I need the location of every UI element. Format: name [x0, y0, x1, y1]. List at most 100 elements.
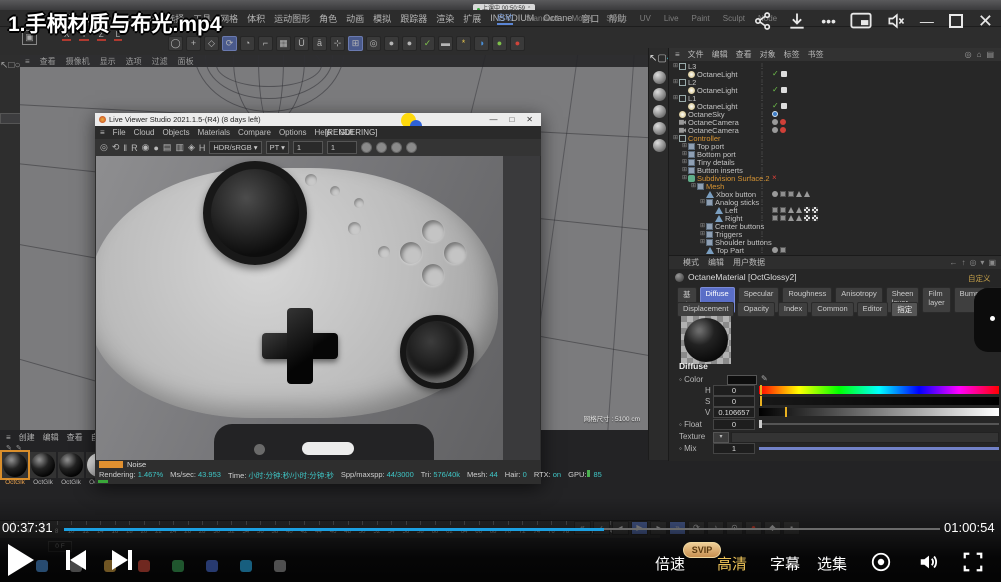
live-selection-icon[interactable]: ◯ [168, 36, 183, 51]
om-menu-书签[interactable]: 书签 [808, 49, 824, 60]
visibility-dots[interactable]: ⋮ [759, 239, 765, 246]
close-icon[interactable]: ✕ [526, 115, 533, 124]
menu-item-扩展[interactable]: 扩展 [463, 12, 481, 25]
tree-row-left[interactable]: Left⋮ [669, 206, 1001, 214]
layout-tab-Sculpt[interactable]: Sculpt [723, 14, 745, 23]
am-tab-编辑[interactable]: 编辑 [708, 257, 724, 268]
record-screen-icon[interactable] [870, 551, 892, 573]
axis-align-icon[interactable]: ā [312, 36, 327, 51]
float-value[interactable]: 0 [713, 419, 755, 430]
samples-field[interactable]: 1 [293, 141, 323, 154]
close-icon[interactable]: ✕ [978, 10, 993, 32]
polygon-selection-icon[interactable] [796, 215, 802, 221]
minimize-icon[interactable]: — [920, 10, 934, 32]
maximize-icon[interactable] [948, 13, 964, 29]
taskbar-app-icon[interactable] [206, 560, 218, 572]
material-sphere-icon[interactable] [653, 88, 666, 101]
material-thumbnail[interactable] [2, 452, 28, 478]
selection-tag-icon[interactable] [780, 215, 786, 221]
phong-tag-icon[interactable] [772, 191, 778, 197]
visibility-dots[interactable]: ⋮ [759, 175, 765, 182]
om-menu-查看[interactable]: 查看 [736, 49, 752, 60]
more-icon[interactable]: ••• [821, 10, 836, 32]
menu-item-运动图形[interactable]: 运动图形 [274, 12, 310, 25]
selection-tag-icon[interactable] [780, 207, 786, 213]
mix-slider[interactable] [759, 447, 999, 450]
visibility-dots[interactable]: ⋮ [759, 127, 765, 134]
pause-render-icon[interactable]: ‖ [123, 143, 127, 153]
eyedropper-icon[interactable]: ✎ [761, 374, 768, 383]
visibility-dots[interactable]: ⋮ [759, 87, 765, 94]
material-preview[interactable] [681, 316, 731, 364]
viewport-menu-显示[interactable]: 显示 [100, 56, 116, 67]
texture-tag-icon[interactable] [804, 215, 810, 221]
polygon-selection-icon[interactable] [796, 191, 802, 197]
save-image-icon[interactable]: ▤ [163, 142, 172, 153]
tree-row-octanelight[interactable]: OctaneLight⋮✓ [669, 70, 1001, 78]
lock-resolution-icon[interactable]: ◉ [142, 142, 150, 153]
fullscreen-icon[interactable] [962, 551, 984, 573]
move-icon[interactable]: + [186, 36, 201, 51]
colorspace-dropdown[interactable]: HDR/sRGB ▾ [209, 141, 261, 154]
saturation-slider[interactable] [759, 397, 999, 405]
minimize-icon[interactable]: — [489, 115, 497, 124]
visibility-dots[interactable]: ⋮ [759, 71, 765, 78]
hamburger-icon[interactable]: ≡ [675, 50, 680, 59]
protection-tag-icon[interactable] [780, 127, 786, 133]
lv-menu-cloud[interactable]: Cloud [134, 128, 155, 137]
selection-tag-icon[interactable] [772, 207, 778, 213]
visibility-dots[interactable]: ⋮ [759, 183, 765, 190]
tag-icon[interactable] [781, 103, 787, 109]
quality-button[interactable]: 高清 [717, 553, 747, 574]
menu-item-渲染[interactable]: 渲染 [436, 12, 454, 25]
material-tab-editor[interactable]: Editor [857, 302, 889, 317]
live-viewer-titlebar[interactable]: Live Viewer Studio 2021.1.5-(R4) (8 days… [95, 113, 541, 126]
menu-item-跟踪器[interactable]: 跟踪器 [400, 12, 427, 25]
phong-tag-icon[interactable] [772, 127, 778, 133]
plugin-icon-1[interactable]: * [456, 36, 471, 51]
visibility-dots[interactable]: ⋮ [759, 215, 765, 222]
floating-widget-handle[interactable] [974, 288, 1001, 352]
phong-tag-icon[interactable] [772, 119, 778, 125]
visibility-dots[interactable]: ⋮ [759, 167, 765, 174]
texture-tag-icon[interactable] [804, 207, 810, 213]
visibility-dots[interactable]: ⋮ [759, 199, 765, 206]
v-value[interactable]: 0.106657 [713, 407, 755, 418]
value-slider[interactable] [759, 408, 999, 416]
material-tab-指定[interactable]: 指定 [891, 302, 918, 317]
home-icon[interactable]: ⌂ [977, 50, 982, 59]
hamburger-icon[interactable]: ≡ [25, 57, 30, 66]
am-tab-用户数据[interactable]: 用户数据 [733, 257, 765, 268]
visibility-dots[interactable]: ⋮ [759, 159, 765, 166]
tree-row-octanelight[interactable]: OctaneLight⋮✓ [669, 86, 1001, 94]
visibility-dots[interactable]: ⋮ [759, 103, 765, 110]
color-swatch[interactable] [727, 375, 757, 385]
tree-row-analog-sticks[interactable]: ⊞Analog sticks⋮ [669, 198, 1001, 206]
sky-tag-icon[interactable] [772, 111, 778, 117]
lv-menu-objects[interactable]: Objects [162, 128, 189, 137]
render-settings-icon[interactable]: ● [402, 36, 417, 51]
enabled-check-icon[interactable]: ✓ [772, 103, 779, 109]
layout-tab-Script[interactable]: Script [606, 14, 626, 23]
rotate-icon[interactable]: ⟳ [222, 36, 237, 51]
axis-mode-icon[interactable]: Ū [294, 36, 309, 51]
material-sphere-icon[interactable] [653, 71, 666, 84]
next-episode-button[interactable] [112, 550, 132, 570]
viewport-menu-面板[interactable]: 面板 [178, 56, 194, 67]
play-button[interactable] [8, 544, 34, 576]
octane-render-icon[interactable]: ● [510, 36, 525, 51]
material-manager-tools[interactable]: ✎✎ [6, 444, 26, 452]
protection-tag-icon[interactable] [780, 119, 786, 125]
restart-render-icon[interactable]: ⟲ [112, 142, 120, 153]
viewport-menu-选项[interactable]: 选项 [126, 56, 142, 67]
pick-focus-icon[interactable]: ◎ [100, 142, 108, 153]
snap-icon[interactable]: ⊹ [330, 36, 345, 51]
kernel-dropdown[interactable]: PT ▾ [266, 141, 289, 154]
visibility-dots[interactable]: ⋮ [759, 231, 765, 238]
selection-tag-icon[interactable] [788, 191, 794, 197]
download-icon[interactable] [787, 11, 807, 31]
viewer-option-icon[interactable] [361, 142, 372, 153]
visibility-dots[interactable]: ⋮ [759, 247, 765, 254]
texture-tag-icon[interactable] [812, 207, 818, 213]
visibility-dots[interactable]: ⋮ [759, 223, 765, 230]
